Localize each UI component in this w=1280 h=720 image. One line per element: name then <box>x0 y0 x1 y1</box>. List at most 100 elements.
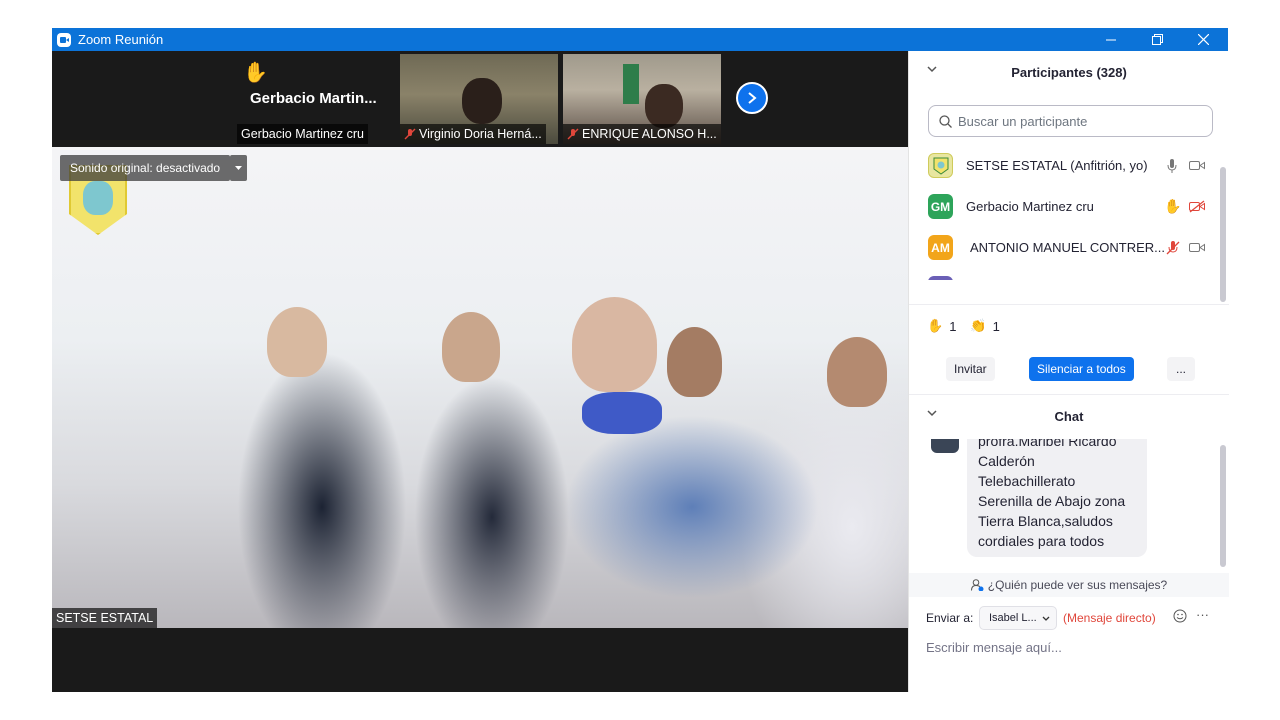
video-person <box>572 297 657 392</box>
video-person <box>827 337 887 407</box>
close-button[interactable] <box>1180 28 1226 51</box>
clapping-hands-icon: 👏 <box>970 318 987 333</box>
avatar: AM <box>928 235 953 260</box>
invite-button[interactable]: Invitar <box>946 357 995 381</box>
recipient-name: Isabel L... <box>989 612 1037 624</box>
tile-big-name: Gerbacio Martin... <box>250 90 377 107</box>
person-info-icon <box>970 579 984 591</box>
muted-mic-icon <box>567 128 579 140</box>
avatar: GM <box>928 194 953 219</box>
video-person <box>267 307 327 377</box>
who-can-see-text: ¿Quién puede ver sus mensajes? <box>987 578 1168 592</box>
video-area: ✋ Gerbacio Martin... Gerbacio Martinez c… <box>52 51 908 692</box>
message-line: profra.Maribel Ricardo <box>978 439 1117 449</box>
emoji-button[interactable] <box>1173 609 1187 628</box>
raised-hand-icon: ✋ <box>243 62 268 84</box>
zoom-window: Zoom Reunión ✋ Gerbacio Martin... Gerbac… <box>52 28 1229 692</box>
raised-hand-count: 1 <box>949 318 957 334</box>
original-sound-dropdown[interactable] <box>230 155 247 181</box>
video-camera-icon[interactable] <box>1189 242 1205 253</box>
video-person <box>442 312 500 382</box>
participant-name: Gerbacio Martinez cru <box>966 199 1094 214</box>
tile-name-label: Virginio Doria Herná... <box>400 124 546 144</box>
participant-name: ANTONIO MANUEL CONTRER... <box>970 240 1166 255</box>
raised-hand-icon: ✋ <box>927 318 944 333</box>
message-line: cordiales para todos <box>978 533 1105 549</box>
chat-input[interactable] <box>926 636 1216 658</box>
video-off-icon[interactable] <box>1189 200 1205 213</box>
chat-message: profra.Maribel Ricardo Calderón Telebach… <box>967 439 1147 557</box>
chat-header: Chat <box>909 395 1229 437</box>
speaker-name-label: SETSE ESTATAL <box>52 608 158 628</box>
participant-row[interactable] <box>909 268 1221 280</box>
tile-label-text: Gerbacio Martinez cru <box>241 127 364 141</box>
recipient-dropdown[interactable]: Isabel L... <box>979 606 1057 630</box>
avatar <box>931 439 959 453</box>
chevron-down-icon[interactable] <box>927 66 937 73</box>
tile-label-text: Virginio Doria Herná... <box>419 127 542 141</box>
message-line: Serenilla de Abajo zona <box>978 493 1126 509</box>
video-strip: ✋ Gerbacio Martin... Gerbacio Martinez c… <box>52 51 908 147</box>
more-options-button[interactable]: ... <box>1167 357 1196 381</box>
background-object <box>623 64 639 104</box>
participant-row[interactable]: AM ANTONIO MANUEL CONTRER... <box>909 227 1221 268</box>
video-camera-icon[interactable] <box>1189 160 1205 171</box>
clap-count: 1 <box>992 318 1000 334</box>
participant-scroll-thumb[interactable] <box>1220 167 1226 302</box>
smiley-icon <box>1173 609 1187 623</box>
title-bar: Zoom Reunión <box>52 28 1228 51</box>
participant-face <box>645 84 683 128</box>
video-tile-enrique[interactable]: ENRIQUE ALONSO H... <box>563 54 721 144</box>
close-icon <box>1197 34 1209 45</box>
message-line: Calderón <box>978 453 1035 469</box>
video-tile-gerbacio[interactable]: ✋ Gerbacio Martin... Gerbacio Martinez c… <box>237 54 395 144</box>
chat-scroll-thumb[interactable] <box>1220 445 1226 567</box>
direct-message-label: (Mensaje directo) <box>1063 611 1156 625</box>
tile-label-text: ENRIQUE ALONSO H... <box>582 127 717 141</box>
search-input[interactable] <box>958 113 1198 129</box>
who-can-see-link[interactable]: ¿Quién puede ver sus mensajes? <box>909 573 1229 597</box>
chevron-right-icon <box>748 92 757 104</box>
video-tile-virginio[interactable]: Virginio Doria Herná... <box>400 54 558 144</box>
participant-face <box>462 78 502 124</box>
message-line: Tierra Blanca,saludos <box>978 513 1113 529</box>
participant-list: SETSE ESTATAL (Anfitrión, yo) GM Gerbaci… <box>909 145 1221 280</box>
participant-name: SETSE ESTATAL (Anfitrión, yo) <box>966 158 1148 173</box>
raised-hand-icon: ✋ <box>1164 198 1182 214</box>
participant-row[interactable]: GM Gerbacio Martinez cru ✋ <box>909 186 1221 227</box>
chevron-down-icon[interactable] <box>927 410 937 417</box>
reaction-summary: ✋ 1 👏 1 <box>927 318 1006 334</box>
participant-row[interactable]: SETSE ESTATAL (Anfitrión, yo) <box>909 145 1221 186</box>
zoom-app-icon <box>57 32 71 47</box>
chat-messages: profra.Maribel Ricardo Calderón Telebach… <box>909 439 1221 567</box>
mute-all-button[interactable]: Silenciar a todos <box>1029 357 1134 381</box>
window-title: Zoom Reunión <box>78 32 164 47</box>
next-page-button[interactable] <box>736 82 768 114</box>
muted-mic-icon[interactable] <box>1166 240 1180 255</box>
send-to-label: Enviar a: <box>926 611 974 625</box>
chevron-down-icon <box>1042 616 1050 621</box>
participants-header: Participantes (328) <box>909 51 1229 93</box>
minimize-icon <box>1106 39 1116 40</box>
active-speaker-video[interactable]: Sonido original: desactivado SETSE ESTAT… <box>52 147 908 628</box>
avatar <box>928 276 953 280</box>
tile-name-label: ENRIQUE ALONSO H... <box>563 124 721 144</box>
host-avatar <box>928 153 953 178</box>
chat-more-icon[interactable]: ··· <box>1196 607 1209 622</box>
minimize-button[interactable] <box>1088 28 1134 51</box>
video-person <box>667 327 722 397</box>
search-icon <box>939 114 952 128</box>
side-panel: Participantes (328) SETSE ESTATAL (Anfit… <box>908 51 1229 692</box>
participants-title: Participantes (328) <box>1011 64 1127 80</box>
restore-button[interactable] <box>1134 28 1180 51</box>
tile-name-label: Gerbacio Martinez cru <box>237 124 368 144</box>
muted-mic-icon <box>404 128 416 140</box>
restore-icon <box>1151 34 1163 45</box>
video-face-mask <box>582 392 662 434</box>
participant-search[interactable] <box>928 105 1213 137</box>
chat-title: Chat <box>1054 408 1084 424</box>
mic-icon[interactable] <box>1167 158 1177 173</box>
original-sound-button[interactable]: Sonido original: desactivado <box>60 155 231 181</box>
message-line: Telebachillerato <box>978 473 1076 489</box>
caret-down-icon <box>235 166 242 170</box>
